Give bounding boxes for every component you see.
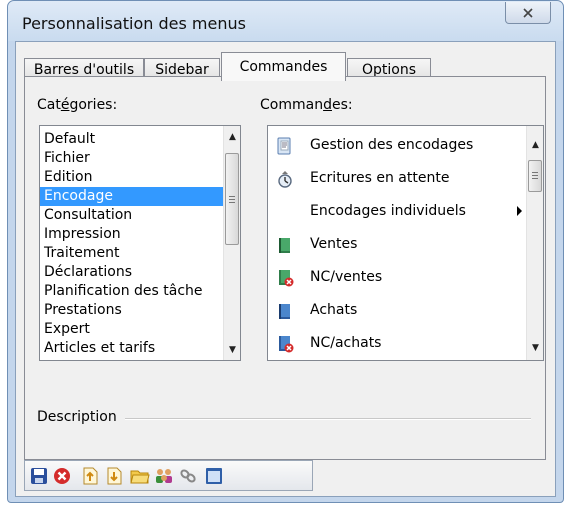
category-item[interactable]: Edition — [40, 168, 225, 187]
command-item[interactable]: Ventes — [268, 229, 526, 261]
category-item[interactable]: Prestations — [40, 301, 225, 320]
green-book-red-icon — [276, 269, 294, 287]
category-item[interactable]: Impression — [40, 225, 225, 244]
import-button[interactable] — [103, 465, 125, 487]
import-icon — [107, 467, 122, 485]
category-item[interactable]: Expert — [40, 320, 225, 339]
command-item[interactable]: NC/ventes — [268, 262, 526, 294]
description-label: Description — [37, 409, 117, 425]
users-button[interactable] — [153, 465, 175, 487]
scroll-up-icon[interactable]: ▲ — [224, 128, 240, 145]
hourglass-icon — [276, 170, 294, 188]
tab-commandes[interactable]: Commandes — [221, 52, 346, 81]
window-button[interactable] — [203, 465, 225, 487]
command-item[interactable]: Gestion des encodages — [268, 130, 526, 162]
categories-items: Default Fichier Edition Encodage Consultatio… — [40, 130, 225, 358]
delete-button[interactable] — [51, 465, 73, 487]
users-icon — [156, 469, 172, 483]
commands-scrollbar[interactable]: ▲ ▼ — [526, 126, 543, 360]
categories-label: Catégories: — [37, 97, 118, 113]
categories-scrollbar[interactable]: ▲ ▼ — [223, 126, 240, 360]
blue-book-red-icon — [276, 335, 294, 353]
tab-label: Commandes — [239, 59, 328, 75]
window-icon — [206, 468, 222, 484]
commands-items: Gestion des encodages Ecritures en attent… — [268, 126, 526, 360]
bottom-toolbar — [24, 460, 313, 491]
command-label: Encodages individuels — [310, 203, 466, 219]
category-item[interactable]: Planification des tâche — [40, 282, 225, 301]
command-item[interactable]: Ecritures en attente — [268, 163, 526, 195]
save-icon — [31, 468, 47, 484]
dialog-client-area: Barres d'outils Sidebar Commandes Option… — [15, 41, 556, 497]
commands-list[interactable]: Gestion des encodages Ecritures en attent… — [267, 125, 544, 361]
window-title: Personnalisation des menus — [22, 14, 246, 33]
category-item[interactable]: Déclarations — [40, 263, 225, 282]
link-button[interactable] — [177, 465, 199, 487]
scroll-down-icon[interactable]: ▼ — [224, 341, 240, 358]
command-label: Ventes — [310, 236, 358, 252]
description-divider — [125, 418, 531, 420]
category-item[interactable]: Encodage — [40, 187, 225, 206]
title-bar[interactable]: Personnalisation des menus — [8, 1, 563, 41]
category-item[interactable]: Fichier — [40, 149, 225, 168]
open-folder-icon — [130, 470, 150, 484]
scroll-down-icon[interactable]: ▼ — [527, 339, 543, 356]
delete-icon — [54, 468, 70, 484]
command-label: NC/achats — [310, 335, 382, 351]
close-icon — [523, 7, 533, 18]
category-item[interactable]: Traitement — [40, 244, 225, 263]
command-label: Ecritures en attente — [310, 170, 450, 186]
dialog-window: Personnalisation des menus Barres d'outi… — [7, 0, 564, 503]
command-label: NC/ventes — [310, 269, 383, 285]
command-item[interactable]: Encodages individuels — [268, 196, 526, 228]
command-label: Gestion des encodages — [310, 137, 474, 153]
scroll-up-icon[interactable]: ▲ — [527, 136, 543, 153]
category-item[interactable]: Consultation — [40, 206, 225, 225]
command-label: Achats — [310, 302, 358, 318]
command-item[interactable]: NC/achats — [268, 328, 526, 360]
export-button[interactable] — [79, 465, 101, 487]
scrollbar-thumb[interactable] — [528, 160, 542, 192]
document-book-icon — [276, 137, 294, 155]
link-icon — [180, 469, 196, 483]
open-folder-button[interactable] — [129, 465, 151, 487]
blue-book-icon — [276, 302, 294, 320]
close-button[interactable] — [505, 2, 551, 24]
category-item[interactable]: Default — [40, 130, 225, 149]
commands-label: Commandes: — [260, 97, 353, 113]
scrollbar-thumb[interactable] — [225, 153, 239, 245]
green-book-icon — [276, 236, 294, 254]
submenu-arrow-icon — [517, 206, 522, 216]
export-icon — [83, 467, 98, 485]
category-item[interactable]: Articles et tarifs — [40, 339, 225, 358]
tab-panel-commandes: Catégories: Default Fichier Edition Encodag… — [24, 76, 546, 460]
command-item[interactable]: Achats — [268, 295, 526, 327]
categories-list[interactable]: Default Fichier Edition Encodage Consultatio… — [39, 125, 241, 361]
save-button[interactable] — [28, 465, 50, 487]
